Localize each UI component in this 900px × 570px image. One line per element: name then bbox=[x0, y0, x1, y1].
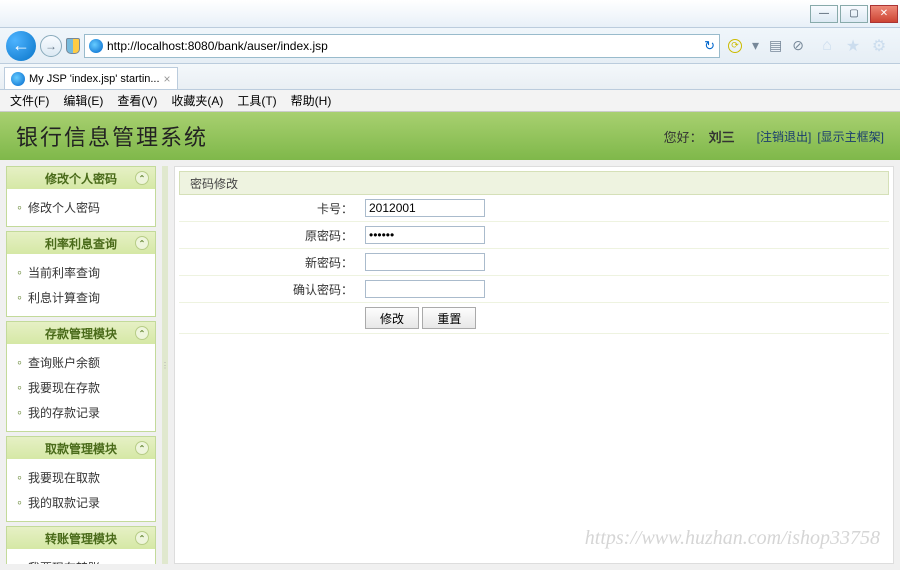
collapse-icon[interactable]: ⌃ bbox=[135, 531, 149, 545]
sidebar-item[interactable]: 当前利率查询 bbox=[17, 260, 145, 285]
sidebar-section-header[interactable]: 转账管理模块⌃ bbox=[7, 527, 155, 549]
collapse-icon[interactable]: ⌃ bbox=[135, 326, 149, 340]
sidebar-section-header[interactable]: 修改个人密码⌃ bbox=[7, 167, 155, 189]
sidebar-section: 取款管理模块⌃我要现在取款我的取款记录 bbox=[6, 436, 156, 522]
submit-button[interactable]: 修改 bbox=[365, 307, 419, 329]
menu-help[interactable]: 帮助(H) bbox=[285, 90, 338, 111]
compat-icon[interactable]: ⟳ bbox=[728, 39, 742, 53]
sidebar-section-list: 我要现在转账我的转账记录 bbox=[7, 549, 155, 564]
sidebar-item[interactable]: 我要现在转账 bbox=[17, 555, 145, 564]
home-icon[interactable]: ⌂ bbox=[818, 37, 836, 55]
feed-icon[interactable]: ▤ bbox=[769, 37, 782, 54]
sidebar-section-list: 当前利率查询利息计算查询 bbox=[7, 254, 155, 316]
tab-active[interactable]: My JSP 'index.jsp' startin... × bbox=[4, 67, 178, 89]
url-input[interactable] bbox=[107, 35, 700, 57]
browser-navbar: ← → ↻ ⟳ ▾ ▤ ⊘ ⌂ ★ ⚙ bbox=[0, 28, 900, 64]
sidebar-section-header[interactable]: 存款管理模块⌃ bbox=[7, 322, 155, 344]
settings-gear-icon[interactable]: ⚙ bbox=[870, 37, 888, 55]
menu-view[interactable]: 查看(V) bbox=[111, 90, 163, 111]
greeting-label: 您好： bbox=[664, 127, 703, 146]
stop-icon[interactable]: ⊘ bbox=[792, 37, 804, 54]
user-area: 您好： 刘三 [注销退出] [显示主框架] bbox=[664, 127, 884, 146]
back-button[interactable]: ← bbox=[6, 31, 36, 61]
menu-tools[interactable]: 工具(T) bbox=[231, 90, 282, 111]
security-shield-icon[interactable] bbox=[66, 38, 80, 54]
toolbar-icons: ⟳ ▾ ▤ ⊘ bbox=[724, 37, 808, 54]
app-title: 银行信息管理系统 bbox=[16, 120, 208, 152]
content-area: 修改个人密码⌃修改个人密码利率利息查询⌃当前利率查询利息计算查询存款管理模块⌃查… bbox=[0, 160, 900, 570]
sidebar-section-list: 修改个人密码 bbox=[7, 189, 155, 226]
sidebar-item[interactable]: 查询账户余额 bbox=[17, 350, 145, 375]
newpwd-label: 新密码： bbox=[179, 249, 359, 276]
sidebar: 修改个人密码⌃修改个人密码利率利息查询⌃当前利率查询利息计算查询存款管理模块⌃查… bbox=[6, 166, 156, 564]
confirm-password-input[interactable] bbox=[365, 280, 485, 298]
confirm-label: 确认密码： bbox=[179, 276, 359, 303]
username: 刘三 bbox=[709, 127, 735, 146]
card-input[interactable] bbox=[365, 199, 485, 217]
menu-file[interactable]: 文件(F) bbox=[4, 90, 55, 111]
sidebar-section-header[interactable]: 取款管理模块⌃ bbox=[7, 437, 155, 459]
favorites-icon[interactable]: ★ bbox=[844, 37, 862, 55]
old-password-input[interactable] bbox=[365, 226, 485, 244]
browser-right-icons: ⌂ ★ ⚙ bbox=[812, 37, 894, 55]
tab-page-icon bbox=[11, 72, 25, 86]
app-header: 银行信息管理系统 您好： 刘三 [注销退出] [显示主框架] bbox=[0, 112, 900, 160]
main-panel: 密码修改 卡号： 原密码： 新密码： 确认密码： 修改 bbox=[174, 166, 894, 564]
show-frame-link[interactable]: [显示主框架] bbox=[817, 128, 884, 145]
sidebar-item[interactable]: 修改个人密码 bbox=[17, 195, 145, 220]
sidebar-section: 修改个人密码⌃ 修改个人密码 bbox=[6, 166, 156, 227]
reset-button[interactable]: 重置 bbox=[422, 307, 476, 329]
new-password-input[interactable] bbox=[365, 253, 485, 271]
splitter-handle[interactable]: ⋮ bbox=[162, 166, 168, 564]
menu-favorites[interactable]: 收藏夹(A) bbox=[165, 90, 229, 111]
sidebar-section-header[interactable]: 利率利息查询⌃ bbox=[7, 232, 155, 254]
oldpwd-label: 原密码： bbox=[179, 222, 359, 249]
menu-bar: 文件(F) 编辑(E) 查看(V) 收藏夹(A) 工具(T) 帮助(H) bbox=[0, 90, 900, 112]
password-form: 卡号： 原密码： 新密码： 确认密码： 修改 重置 bbox=[179, 195, 889, 334]
forward-button[interactable]: → bbox=[40, 35, 62, 57]
sidebar-section-list: 我要现在取款我的取款记录 bbox=[7, 459, 155, 521]
dropdown-icon[interactable]: ▾ bbox=[752, 37, 759, 54]
sidebar-item[interactable]: 我的存款记录 bbox=[17, 400, 145, 425]
sidebar-section: 存款管理模块⌃查询账户余额我要现在存款我的存款记录 bbox=[6, 321, 156, 432]
minimize-button[interactable]: — bbox=[810, 5, 838, 23]
window-buttons: — ▢ ✕ bbox=[810, 5, 898, 23]
sidebar-item[interactable]: 利息计算查询 bbox=[17, 285, 145, 310]
card-label: 卡号： bbox=[179, 195, 359, 222]
sidebar-section-list: 查询账户余额我要现在存款我的存款记录 bbox=[7, 344, 155, 431]
tab-title: My JSP 'index.jsp' startin... bbox=[29, 73, 160, 85]
menu-edit[interactable]: 编辑(E) bbox=[57, 90, 109, 111]
maximize-button[interactable]: ▢ bbox=[840, 5, 868, 23]
ie-page-icon bbox=[89, 39, 103, 53]
window-titlebar: — ▢ ✕ bbox=[0, 0, 900, 28]
tabs-bar: My JSP 'index.jsp' startin... × bbox=[0, 64, 900, 90]
tab-close-icon[interactable]: × bbox=[164, 72, 171, 86]
sidebar-item[interactable]: 我的取款记录 bbox=[17, 490, 145, 515]
sidebar-section: 利率利息查询⌃当前利率查询利息计算查询 bbox=[6, 231, 156, 317]
collapse-icon[interactable]: ⌃ bbox=[135, 441, 149, 455]
close-button[interactable]: ✕ bbox=[870, 5, 898, 23]
sidebar-section: 转账管理模块⌃我要现在转账我的转账记录 bbox=[6, 526, 156, 564]
sidebar-item[interactable]: 我要现在存款 bbox=[17, 375, 145, 400]
refresh-icon[interactable]: ↻ bbox=[704, 38, 715, 54]
sidebar-item[interactable]: 我要现在取款 bbox=[17, 465, 145, 490]
collapse-icon[interactable]: ⌃ bbox=[135, 171, 149, 185]
collapse-icon[interactable]: ⌃ bbox=[135, 236, 149, 250]
address-bar[interactable]: ↻ bbox=[84, 34, 720, 58]
logout-link[interactable]: [注销退出] bbox=[757, 128, 812, 145]
panel-title: 密码修改 bbox=[179, 171, 889, 195]
